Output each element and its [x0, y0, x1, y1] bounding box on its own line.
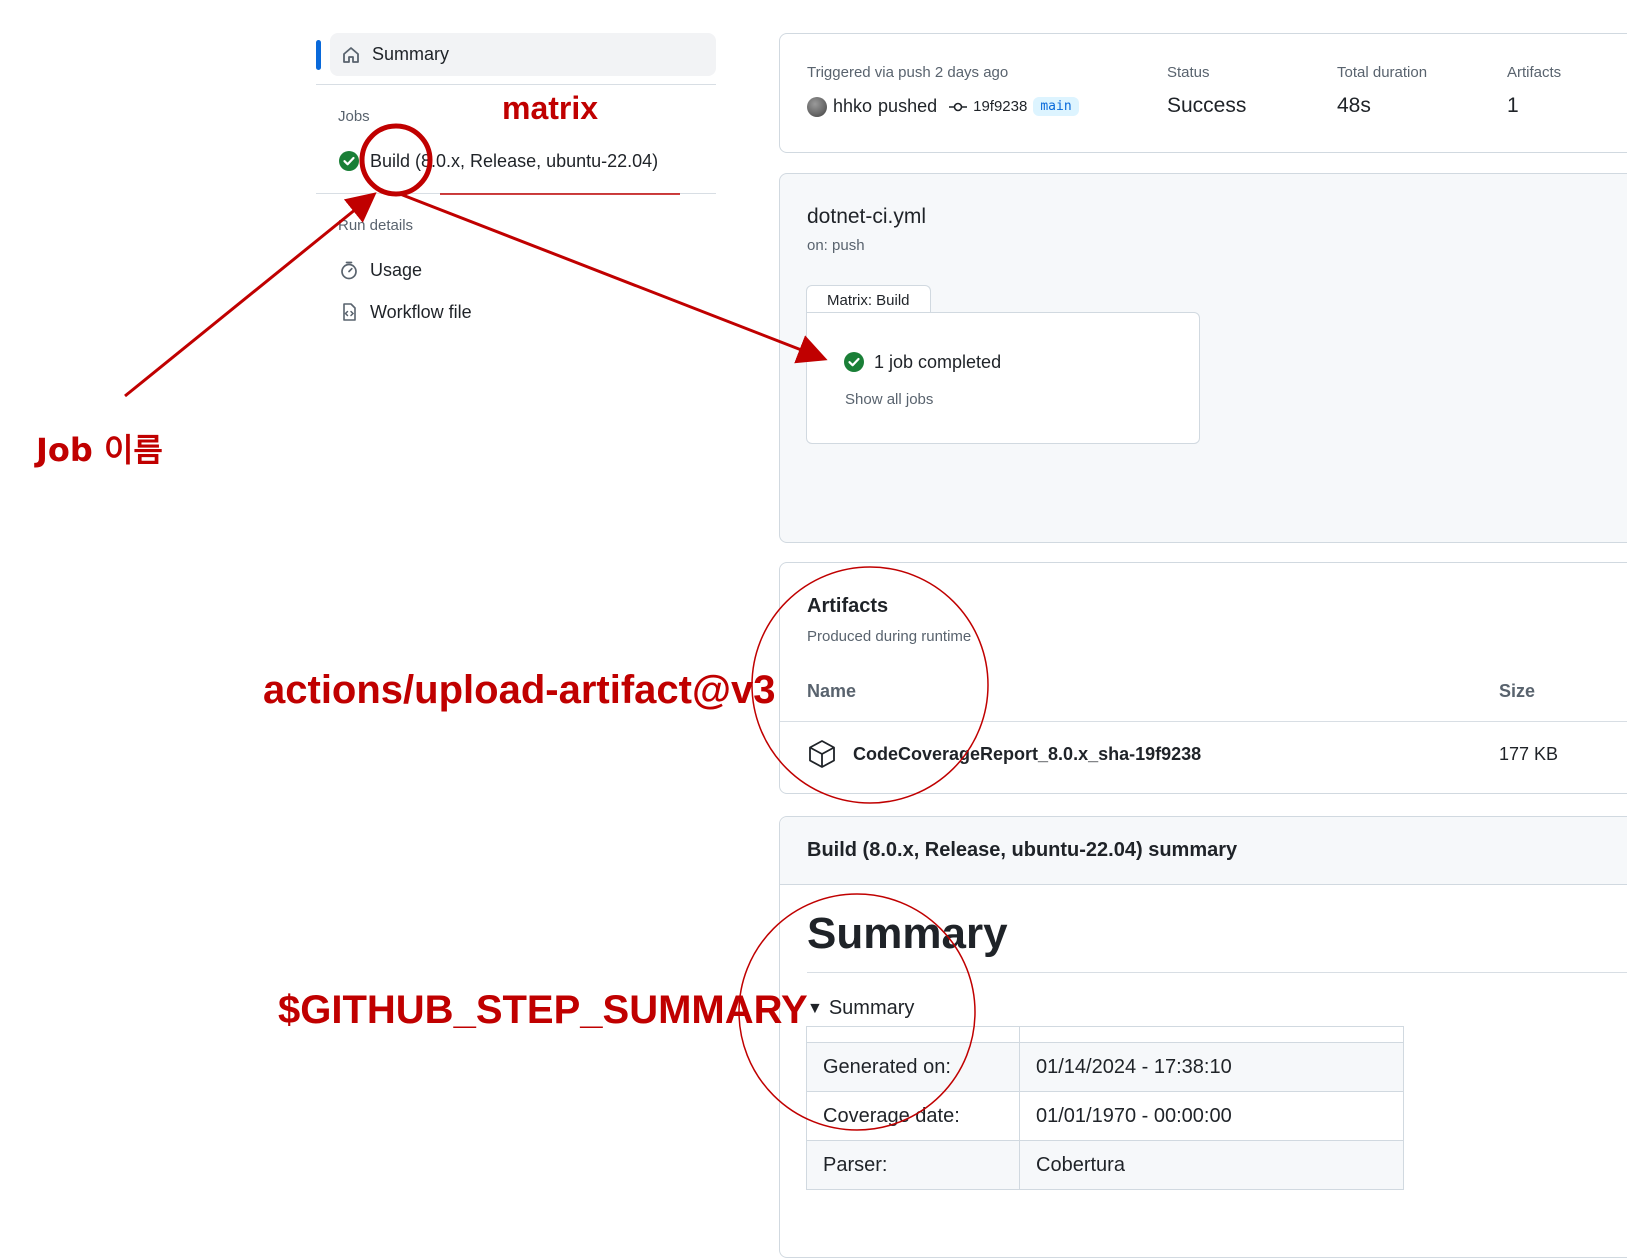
stopwatch-icon	[338, 259, 360, 281]
status-label: Status	[1167, 64, 1210, 81]
sidebar-item-summary[interactable]: Summary	[330, 33, 716, 76]
annotation-job-name: Job 이름	[36, 431, 163, 469]
package-icon	[807, 739, 837, 769]
sidebar-item-label: Usage	[370, 259, 423, 280]
run-info-card: Triggered via push 2 days ago hhko pushe…	[779, 33, 1627, 153]
artifact-size: 177 KB	[1499, 744, 1559, 764]
run-details-heading: Run details	[338, 217, 414, 234]
matrix-job-box[interactable]: 1 job completed Show all jobs	[806, 312, 1200, 444]
sidebar-item-usage[interactable]: Usage	[338, 259, 422, 281]
matrix-arrow	[399, 192, 828, 364]
workflow-filename: dotnet-ci.yml	[807, 205, 927, 228]
table-cell-key: Generated on:	[806, 1042, 1020, 1092]
file-code-icon	[338, 301, 360, 323]
artifacts-subtitle: Produced during runtime	[807, 628, 972, 645]
summary-details-toggle[interactable]: ▼ Summary	[807, 997, 914, 1020]
job-summary-title: Build (8.0.x, Release, ubuntu-22.04) sum…	[807, 839, 1238, 861]
sidebar-item-label: Workflow file	[370, 301, 472, 322]
show-all-jobs-link[interactable]: Show all jobs	[845, 391, 933, 408]
sidebar-item-job-build[interactable]: Build (8.0.x, Release, ubuntu-22.04)	[338, 150, 658, 172]
commit-icon	[949, 100, 968, 114]
triggered-label: Triggered via push 2 days ago	[807, 64, 1009, 81]
sidebar-item-workflow-file[interactable]: Workflow file	[338, 301, 472, 323]
annotation-step-summary: $GITHUB_STEP_SUMMARY	[278, 988, 808, 1032]
triangle-down-icon: ▼	[807, 999, 823, 1017]
job-summary-header: Build (8.0.x, Release, ubuntu-22.04) sum…	[780, 817, 1627, 885]
jobs-completed-row: 1 job completed	[843, 351, 1001, 373]
annotation-matrix: matrix	[502, 90, 599, 126]
jobs-heading: Jobs	[338, 108, 370, 125]
annotation-upload-artifact: actions/upload-artifact@v3	[263, 668, 776, 712]
summary-table: Generated on: 01/14/2024 - 17:38:10 Cove…	[806, 1026, 1404, 1190]
sidebar-divider	[316, 193, 716, 194]
duration-value: 48s	[1337, 94, 1371, 117]
sidebar-item-label: Build (8.0.x, Release, ubuntu-22.04)	[370, 150, 659, 171]
table-row: Generated on: 01/14/2024 - 17:38:10	[806, 1042, 1404, 1092]
table-cell-value: 01/14/2024 - 17:38:10	[1019, 1042, 1404, 1092]
avatar[interactable]	[807, 96, 827, 117]
job-name-arrow	[124, 192, 377, 398]
check-circle-icon	[843, 351, 865, 373]
sidebar-item-label: Summary	[372, 44, 450, 64]
artifact-row: CodeCoverageReport_8.0.x_sha-19f9238	[807, 739, 1201, 769]
check-circle-icon	[338, 150, 360, 172]
table-row: Parser: Cobertura	[806, 1140, 1404, 1190]
artifacts-col-size: Size	[1499, 681, 1536, 701]
table-cell-value: 01/01/1970 - 00:00:00	[1019, 1091, 1404, 1141]
home-icon	[340, 44, 362, 66]
jobs-completed-text: 1 job completed	[874, 351, 1002, 372]
artifacts-header-divider	[780, 721, 1627, 722]
push-action: pushed	[878, 96, 938, 116]
sidebar-divider	[316, 84, 716, 85]
summary-heading: Summary	[807, 909, 1008, 958]
table-row: Coverage date: 01/01/1970 - 00:00:00	[806, 1091, 1404, 1141]
commit-sha[interactable]: 19f9238	[973, 98, 1027, 115]
table-cell-value: Cobertura	[1019, 1140, 1404, 1190]
artifacts-count-value[interactable]: 1	[1507, 94, 1519, 118]
matrix-tab[interactable]: Matrix: Build	[806, 285, 931, 314]
artifacts-card: Artifacts Produced during runtime Name S…	[779, 562, 1627, 794]
workflow-trigger: on: push	[807, 237, 865, 254]
table-cell-key: Coverage date:	[806, 1091, 1020, 1141]
artifacts-col-name: Name	[807, 681, 857, 701]
heading-divider	[807, 972, 1627, 973]
push-info: hhko pushed 19f9238 main	[807, 96, 1079, 117]
duration-label: Total duration	[1337, 64, 1428, 81]
artifacts-title: Artifacts	[807, 595, 889, 617]
sidebar-active-indicator	[316, 40, 321, 70]
summary-details-label: Summary	[828, 997, 915, 1019]
artifacts-count-label: Artifacts	[1507, 64, 1562, 81]
status-value: Success	[1167, 94, 1247, 117]
artifact-name-link[interactable]: CodeCoverageReport_8.0.x_sha-19f9238	[853, 744, 1201, 765]
table-cell-key: Parser:	[806, 1140, 1020, 1190]
user-link[interactable]: hhko	[833, 96, 872, 117]
branch-badge[interactable]: main	[1033, 97, 1079, 116]
